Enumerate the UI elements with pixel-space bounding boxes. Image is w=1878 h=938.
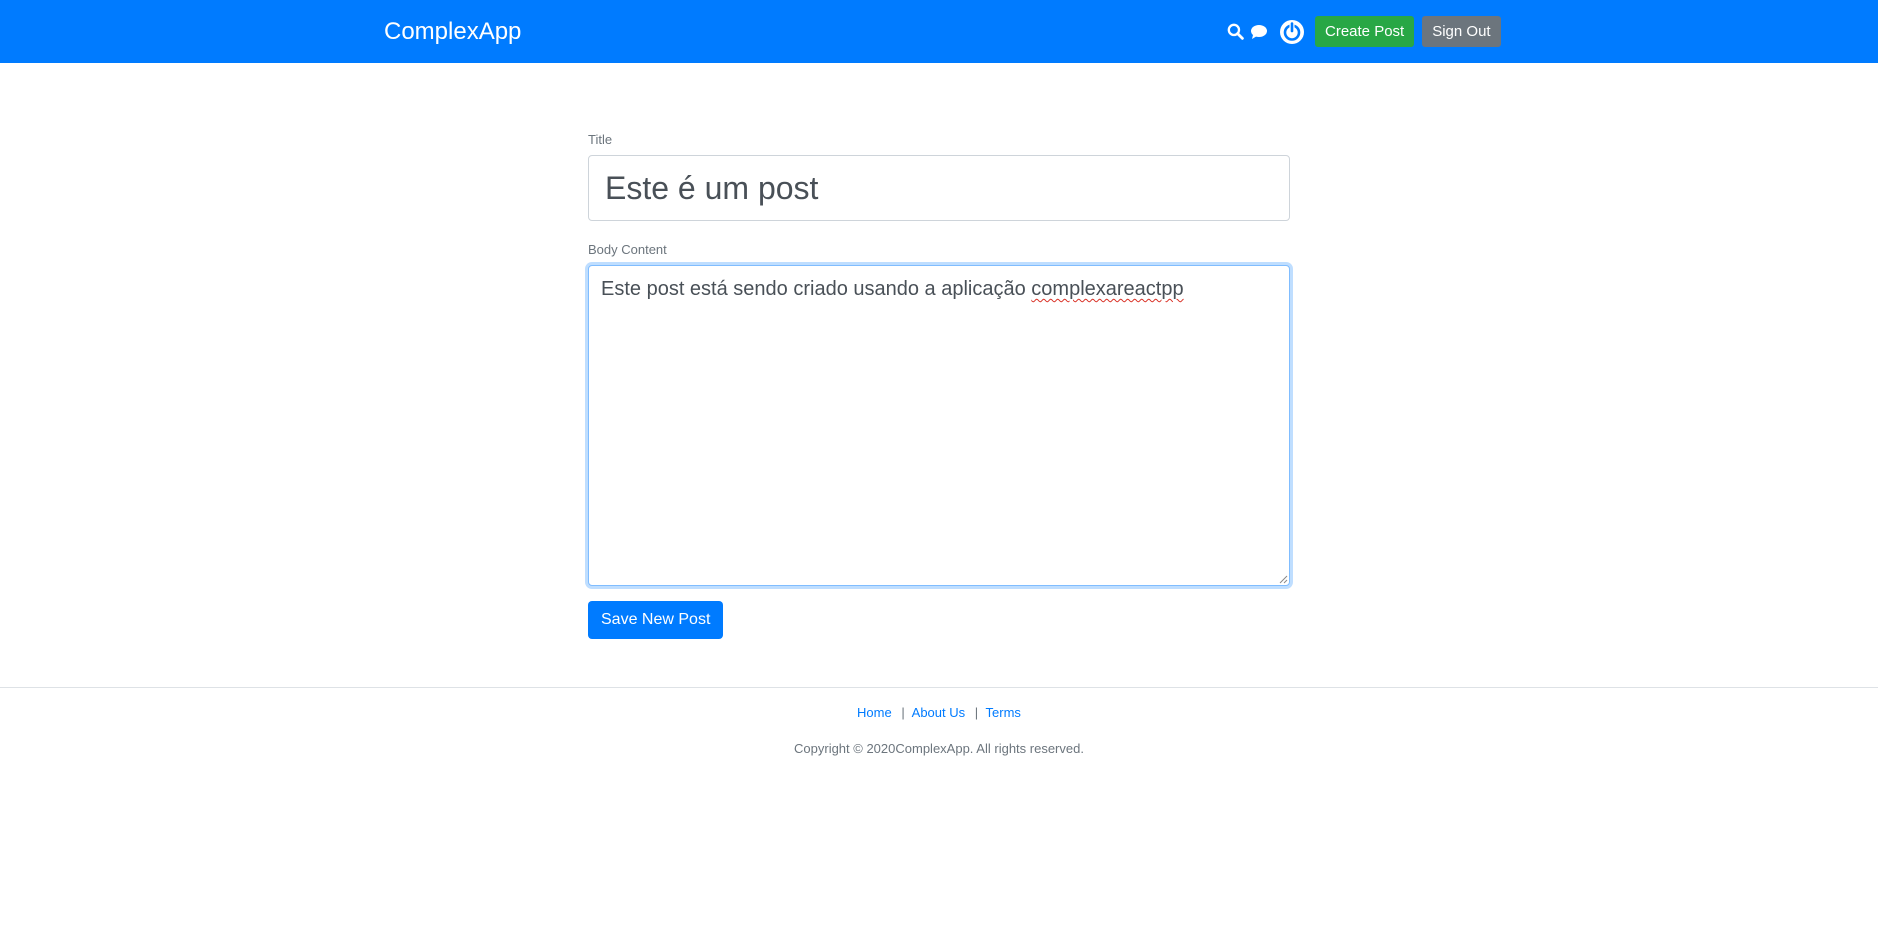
footer-separator: |	[901, 705, 905, 720]
footer-link-terms[interactable]: Terms	[986, 705, 1021, 720]
power-avatar-icon[interactable]	[1279, 19, 1305, 45]
footer-link-home[interactable]: Home	[857, 705, 892, 720]
header-actions: Create Post Sign Out	[1225, 16, 1501, 47]
body-content-text: Este post está sendo criado usando a apl…	[601, 277, 1184, 301]
save-new-post-button[interactable]: Save New Post	[588, 601, 724, 639]
copyright-text: Copyright © 2020ComplexApp. All rights r…	[794, 741, 1084, 756]
title-label: Title	[588, 132, 613, 147]
sign-out-button[interactable]: Sign Out	[1422, 16, 1501, 47]
footer-link-about-us[interactable]: About Us	[912, 705, 965, 720]
search-icon[interactable]	[1225, 22, 1245, 42]
chat-icon[interactable]	[1249, 22, 1269, 42]
footer-separator: |	[974, 705, 979, 720]
body-text-prefix: Este post está sendo criado usando a apl…	[601, 278, 1032, 300]
body-content-label: Body Content	[588, 242, 667, 257]
body-content-textarea[interactable]	[588, 265, 1290, 586]
create-post-button[interactable]: Create Post	[1315, 16, 1415, 47]
footer-links: Home | About Us | Terms	[0, 705, 1878, 720]
resize-grip-icon[interactable]	[1279, 575, 1288, 584]
misspelled-word: complexareactpp	[1031, 278, 1184, 300]
top-navbar: ComplexApp Create Post Sign Out	[0, 0, 1878, 63]
title-input[interactable]: Este é um post	[588, 155, 1290, 221]
footer-divider	[0, 687, 1878, 688]
brand-link[interactable]: ComplexApp	[384, 17, 521, 47]
